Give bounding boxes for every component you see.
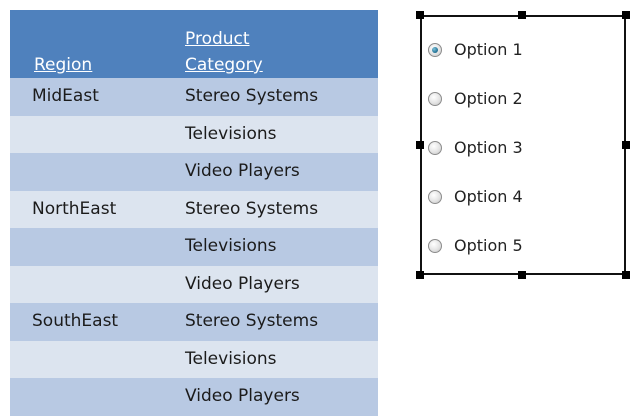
column-header-category-line2: Category [185,55,263,75]
resize-handle-bottom-right[interactable] [622,271,630,279]
radio-option-label: Option 2 [454,89,523,108]
cell-category: Televisions [183,340,378,378]
column-header-region-label: Region [34,55,93,75]
resize-handle-top-right[interactable] [622,11,630,19]
radio-unchecked-icon[interactable] [428,140,442,155]
cell-region: MidEast [10,78,183,116]
column-header-region[interactable]: Region [10,10,183,78]
resize-handle-middle-left[interactable] [416,141,424,149]
resize-handle-bottom-left[interactable] [416,271,424,279]
radio-option-4[interactable]: Option 4 [428,172,523,221]
table-row: Televisions [10,115,378,153]
radio-option-5[interactable]: Option 5 [428,221,523,270]
table-row: Video Players [10,265,378,303]
resize-handle-middle-right[interactable] [622,141,630,149]
cell-category: Televisions [183,115,378,153]
radio-option-3[interactable]: Option 3 [428,123,523,172]
cell-region [10,153,183,191]
cell-region [10,265,183,303]
cell-region [10,340,183,378]
radio-option-label: Option 3 [454,138,523,157]
radio-option-2[interactable]: Option 2 [428,74,523,123]
resize-handle-bottom-middle[interactable] [518,271,526,279]
cell-category: Stereo Systems [183,303,378,341]
radio-unchecked-icon[interactable] [428,91,442,106]
radio-button-group[interactable]: Option 1 Option 2 Option 3 Option 4 Opti… [416,11,630,279]
cell-region [10,378,183,416]
resize-handle-top-middle[interactable] [518,11,526,19]
radio-options-list: Option 1 Option 2 Option 3 Option 4 Opti… [428,25,523,270]
cell-region: SouthEast [10,303,183,341]
table-row: NorthEast Stereo Systems [10,190,378,228]
radio-unchecked-icon[interactable] [428,238,442,253]
column-header-product-category[interactable]: Product Category [183,10,378,78]
radio-unchecked-icon[interactable] [428,189,442,204]
report-table: Region Product Category MidEast Stereo S… [10,10,378,416]
cell-category: Video Players [183,153,378,191]
cell-category: Video Players [183,378,378,416]
resize-handle-top-left[interactable] [416,11,424,19]
cell-category: Stereo Systems [183,190,378,228]
cell-region: NorthEast [10,190,183,228]
radio-checked-icon[interactable] [428,42,442,57]
table-row: Televisions [10,228,378,266]
cell-category: Stereo Systems [183,78,378,116]
table-header-row: Region Product Category [10,10,378,78]
table-row: SouthEast Stereo Systems [10,303,378,341]
table-row: Video Players [10,153,378,191]
radio-option-1[interactable]: Option 1 [428,25,523,74]
radio-option-label: Option 5 [454,236,523,255]
column-header-category-line1: Product [185,29,250,49]
cell-category: Video Players [183,265,378,303]
table-row: Video Players [10,378,378,416]
radio-option-label: Option 1 [454,40,523,59]
cell-category: Televisions [183,228,378,266]
table-row: MidEast Stereo Systems [10,78,378,116]
cell-region [10,115,183,153]
radio-option-label: Option 4 [454,187,523,206]
table-row: Televisions [10,340,378,378]
cell-region [10,228,183,266]
